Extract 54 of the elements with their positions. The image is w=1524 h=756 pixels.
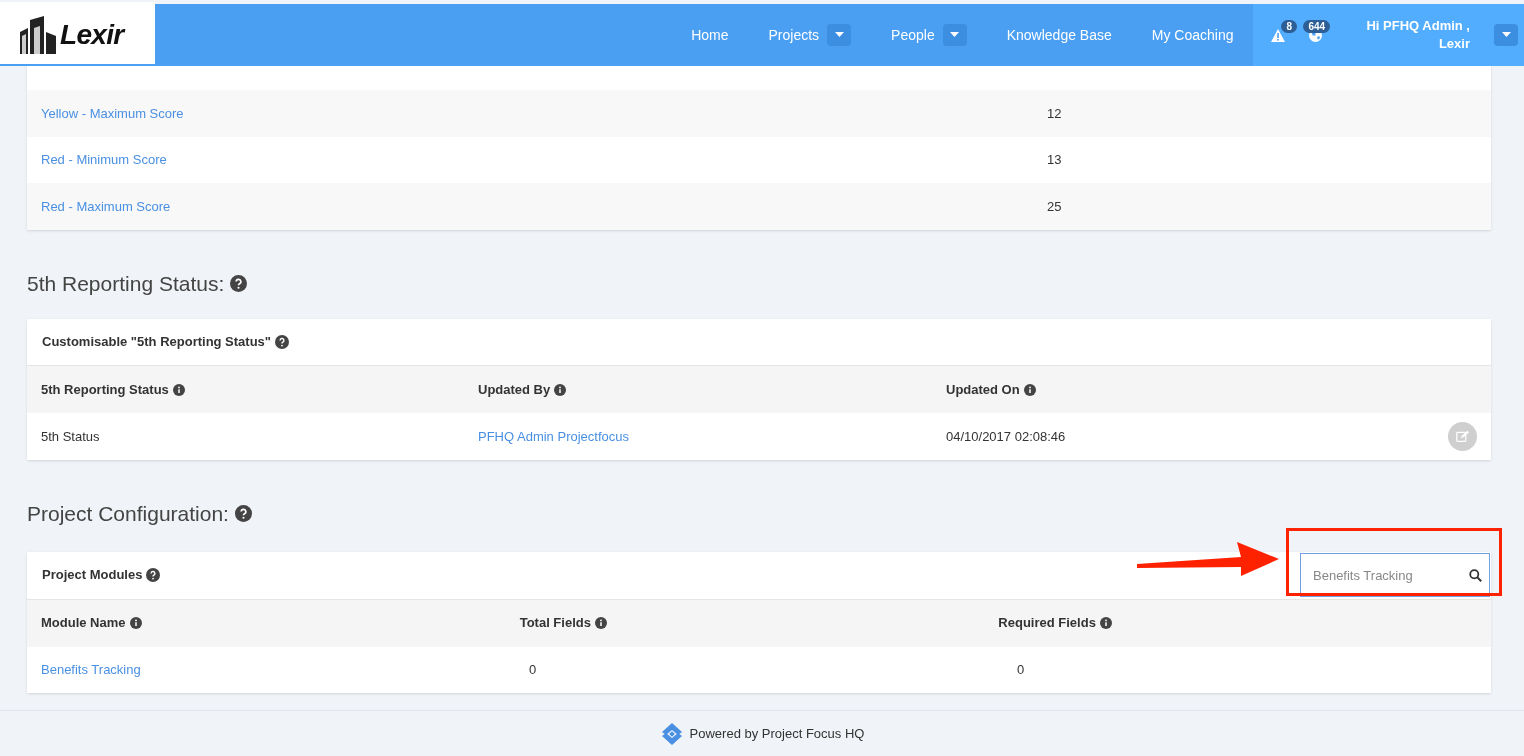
user-greeting: Hi PFHQ Admin , bbox=[1366, 17, 1470, 35]
help-icon bbox=[275, 335, 290, 349]
info-icon bbox=[554, 383, 567, 396]
logo-text: Lexir bbox=[60, 18, 124, 52]
column-header: Updated On bbox=[946, 380, 1020, 399]
card-title: Customisable "5th Reporting Status" bbox=[42, 333, 272, 352]
caret-icon bbox=[834, 32, 844, 38]
warning-icon bbox=[1271, 28, 1286, 42]
nav-link[interactable]: Home bbox=[691, 24, 729, 46]
column-header: Required Fields bbox=[998, 614, 1096, 633]
score-value: 13 bbox=[1047, 151, 1062, 169]
dropdown-toggle[interactable] bbox=[827, 24, 852, 46]
help-icon bbox=[234, 505, 252, 523]
footer-text: Powered by Project Focus HQ bbox=[689, 724, 865, 743]
score-link[interactable]: Red - Maximum Score bbox=[41, 196, 1047, 216]
dropdown-toggle[interactable] bbox=[1494, 24, 1518, 46]
table-cell-text: 0 bbox=[529, 660, 538, 679]
dropdown-toggle[interactable] bbox=[942, 24, 967, 46]
score-value: 25 bbox=[1047, 197, 1062, 216]
count-badge: 8 bbox=[1281, 19, 1298, 33]
info-icon bbox=[594, 617, 607, 629]
nav-link[interactable]: My Coaching bbox=[1151, 24, 1234, 46]
column-header: Total Fields bbox=[519, 614, 591, 633]
caret-icon bbox=[950, 32, 960, 38]
building-icon bbox=[18, 16, 58, 54]
card-title: Project Modules bbox=[42, 566, 143, 585]
table-cell-text: 0 bbox=[1017, 660, 1025, 679]
caret-icon bbox=[1501, 32, 1511, 38]
column-header: 5th Reporting Status bbox=[41, 380, 169, 399]
table-cell-text: 5th Status bbox=[41, 427, 101, 446]
section-heading: Project Configuration: bbox=[27, 501, 229, 527]
table-cell-text: 04/10/2017 02:08:46 bbox=[946, 427, 1067, 446]
score-link[interactable]: Yellow - Maximum Score bbox=[41, 103, 1047, 123]
nav-link[interactable]: Projects bbox=[768, 24, 820, 46]
score-link[interactable]: Red - Minimum Score bbox=[41, 150, 1047, 170]
nav-link[interactable]: Knowledge Base bbox=[1006, 24, 1112, 46]
info-icon bbox=[1099, 617, 1112, 629]
column-header: Module Name bbox=[41, 614, 126, 633]
edit-icon bbox=[1456, 430, 1469, 443]
user-link[interactable]: PFHQ Admin Projectfocus bbox=[478, 426, 946, 447]
section-heading: 5th Reporting Status: bbox=[27, 270, 225, 297]
info-icon bbox=[1023, 383, 1036, 396]
count-badge: 644 bbox=[1303, 19, 1331, 33]
search-icon bbox=[1469, 569, 1482, 582]
module-link[interactable]: Benefits Tracking bbox=[41, 659, 529, 680]
info-icon bbox=[172, 383, 185, 396]
user-company: Lexir bbox=[1438, 35, 1470, 53]
help-icon bbox=[230, 274, 248, 292]
score-value: 12 bbox=[1047, 104, 1062, 123]
nav-link[interactable]: People bbox=[891, 24, 935, 46]
help-icon bbox=[146, 568, 161, 582]
info-icon bbox=[129, 617, 142, 629]
column-header: Updated By bbox=[478, 380, 551, 399]
search-field[interactable]: Benefits Tracking bbox=[1300, 553, 1490, 597]
